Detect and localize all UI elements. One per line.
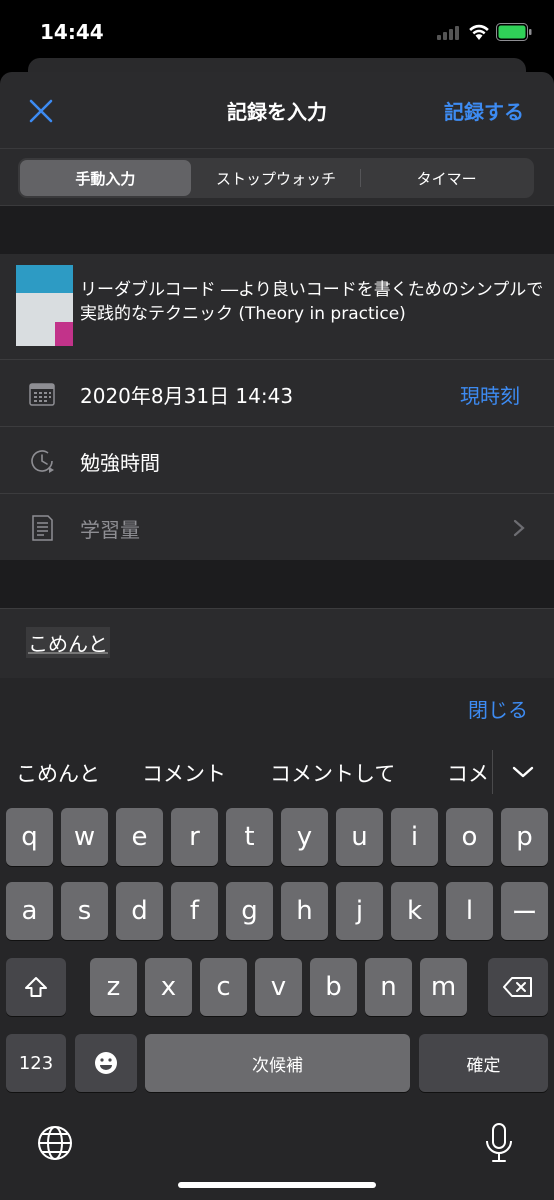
key-o[interactable]: o [446, 808, 493, 866]
mode-segmented-control: 手動入力 ストップウォッチ タイマー [18, 158, 534, 198]
now-button[interactable]: 現時刻 [460, 380, 520, 409]
date-value: 2020年8月31日 14:43 [80, 384, 294, 408]
suggestion-item[interactable]: コメント [142, 758, 226, 788]
comment-input[interactable]: こめんと [26, 627, 110, 658]
key-x[interactable]: x [145, 958, 192, 1016]
backspace-icon [503, 977, 532, 997]
key-p[interactable]: p [501, 808, 548, 866]
confirm-key[interactable]: 確定 [419, 1034, 548, 1092]
key-v[interactable]: v [255, 958, 302, 1016]
key-l[interactable]: l [446, 882, 493, 940]
tab-timer[interactable]: タイマー [361, 160, 532, 196]
tab-stopwatch[interactable]: ストップウォッチ [191, 160, 362, 196]
key-w[interactable]: w [61, 808, 108, 866]
key-a[interactable]: a [6, 882, 53, 940]
date-row[interactable]: 2020年8月31日 14:43 現時刻 [0, 360, 554, 427]
book-row[interactable]: リーダブルコード ―より良いコードを書くためのシンプルで実践的なテクニック (T… [0, 254, 554, 360]
close-keyboard-button[interactable]: 閉じる [468, 694, 528, 723]
key-h[interactable]: h [281, 882, 328, 940]
key-k[interactable]: k [391, 882, 438, 940]
signal-icon [437, 26, 459, 40]
nav-bar: 記録を入力 記録する [0, 72, 554, 148]
comment-box[interactable]: こめんと [0, 608, 554, 678]
emoji-icon [95, 1052, 117, 1074]
book-cover-image [16, 265, 73, 346]
suggestion-item[interactable]: コメ [447, 758, 489, 788]
tab-manual[interactable]: 手動入力 [20, 160, 191, 196]
key-t[interactable]: t [226, 808, 273, 866]
record-sheet: 記録を入力 記録する 手動入力 ストップウォッチ タイマー リーダブルコード ―… [0, 72, 554, 678]
key-e[interactable]: e [116, 808, 163, 866]
study-time-label: 勉強時間 [80, 451, 160, 475]
next-candidate-key[interactable]: 次候補 [145, 1034, 410, 1092]
record-form: リーダブルコード ―より良いコードを書くためのシンプルで実践的なテクニック (T… [0, 254, 554, 561]
key-d[interactable]: d [116, 882, 163, 940]
save-button[interactable]: 記録する [444, 96, 524, 125]
key-q[interactable]: q [6, 808, 53, 866]
delete-key[interactable] [488, 958, 548, 1016]
key-j[interactable]: j [336, 882, 383, 940]
key-s[interactable]: s [61, 882, 108, 940]
key-g[interactable]: g [226, 882, 273, 940]
key-i[interactable]: i [391, 808, 438, 866]
section-gap [0, 560, 554, 608]
key-y[interactable]: y [281, 808, 328, 866]
chevron-right-icon [513, 519, 525, 537]
status-time: 14:44 [40, 20, 104, 44]
amount-row[interactable]: 学習量 [0, 494, 554, 561]
numbers-key[interactable]: 123 [6, 1034, 66, 1092]
suggestion-item[interactable]: こめんと [16, 758, 100, 788]
emoji-key[interactable] [75, 1034, 137, 1092]
suggestion-bar: こめんと コメント コメントして コメ [0, 744, 554, 800]
key-u[interactable]: u [336, 808, 383, 866]
shift-icon [25, 977, 47, 997]
key-c[interactable]: c [200, 958, 247, 1016]
calendar-icon [29, 383, 55, 406]
status-bar: 14:44 [0, 0, 554, 62]
key-r[interactable]: r [171, 808, 218, 866]
suggestion-divider [492, 750, 493, 794]
book-title: リーダブルコード ―より良いコードを書くためのシンプルで実践的なテクニック (T… [80, 280, 544, 324]
study-time-row[interactable]: 勉強時間 [0, 427, 554, 494]
key-z[interactable]: z [90, 958, 137, 1016]
shift-key[interactable] [6, 958, 66, 1016]
chevron-down-icon[interactable] [510, 762, 536, 782]
document-icon [32, 515, 53, 541]
key-b[interactable]: b [310, 958, 357, 1016]
key-m[interactable]: m [420, 958, 467, 1016]
globe-icon[interactable] [36, 1124, 74, 1162]
mode-tabs-container: 手動入力 ストップウォッチ タイマー [0, 148, 554, 206]
key-f[interactable]: f [171, 882, 218, 940]
home-indicator [178, 1182, 376, 1188]
clock-icon [31, 450, 54, 473]
battery-icon [496, 23, 532, 41]
microphone-icon[interactable] [484, 1122, 514, 1164]
suggestion-item[interactable]: コメントして [270, 758, 395, 788]
amount-placeholder: 学習量 [80, 518, 140, 542]
wifi-icon [469, 24, 489, 40]
key-long-dash[interactable]: ー [501, 882, 548, 940]
key-n[interactable]: n [365, 958, 412, 1016]
section-gap [0, 206, 554, 254]
